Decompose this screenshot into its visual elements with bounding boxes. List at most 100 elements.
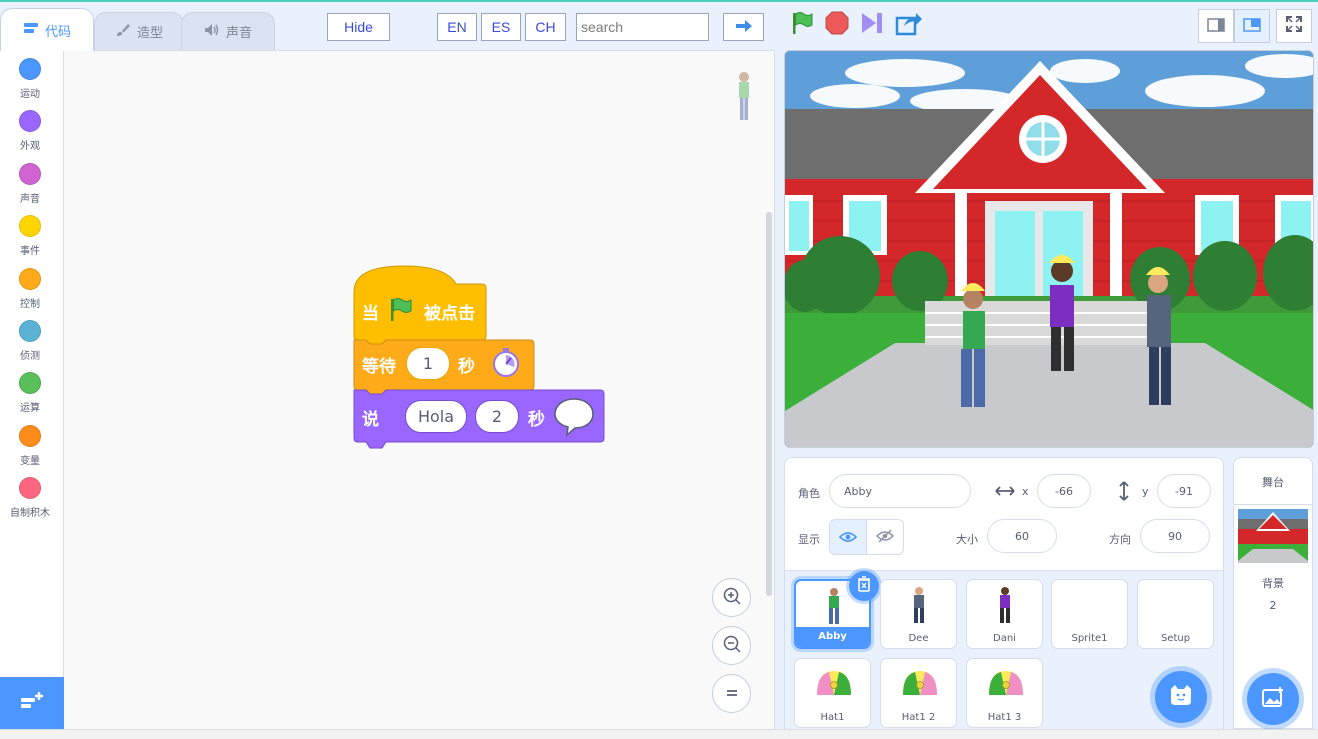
hat-thumb [817,671,851,695]
stage-canvas[interactable] [784,50,1314,448]
category-control[interactable]: 控制 [0,268,60,310]
sprite-name-field[interactable]: Abby [829,474,971,508]
size-field[interactable]: 60 [987,519,1057,553]
current-sprite-ghost [739,72,749,120]
normal-stage-button[interactable] [1234,9,1270,43]
code-icon [23,21,39,39]
search-go-button[interactable] [723,13,764,41]
stop-button[interactable] [822,10,852,40]
category-label: 自制积木 [10,508,50,519]
lang-en-button[interactable]: EN [437,13,477,41]
lang-es-button[interactable]: ES [481,13,521,41]
tab-code[interactable]: 代码 [0,8,94,51]
y-field[interactable]: -91 [1157,474,1211,508]
tab-code-label: 代码 [44,24,71,40]
small-stage-button[interactable] [1198,9,1234,43]
speaker-icon [204,23,220,41]
green-flag-button[interactable] [787,10,817,40]
category-label: 控制 [20,299,40,310]
share-button[interactable] [894,10,924,40]
pause-button[interactable] [857,10,887,40]
say-unit-label: 秒 [528,410,545,430]
tab-costumes[interactable]: 造型 [94,12,184,50]
category-looks[interactable]: 外观 [0,110,60,152]
direction-field[interactable]: 90 [1140,519,1210,553]
zoom-reset-button[interactable] [712,674,751,713]
fullscreen-button[interactable] [1276,9,1312,43]
category-dot [19,215,41,237]
cat-plus-icon [1168,683,1194,711]
divider [1234,504,1312,505]
delete-sprite-button[interactable] [849,571,879,601]
share-icon [895,10,923,40]
sprite-tile-hat1[interactable]: Hat1 [794,658,871,728]
size-label: 大小 [956,533,978,546]
hide-sprite-button[interactable] [867,519,904,555]
workspace-scrollbar[interactable] [766,212,772,596]
category-label: 变量 [20,456,40,467]
step-icon [859,10,885,40]
horizontal-scrollbar[interactable] [0,729,1318,739]
hat-when-label: 当 [362,304,379,324]
category-my-blocks[interactable]: 自制积木 [0,477,60,519]
wait-seconds-input[interactable]: 1 [406,347,450,380]
category-dot [19,58,41,80]
category-menu: 运动 外观 声音 事件 控制 侦测 运算 变量 自制积木 [0,50,64,677]
green-flag-icon [789,10,815,40]
add-sprite-button[interactable] [1155,671,1207,723]
say-message-input[interactable]: Hola [405,400,467,433]
category-events[interactable]: 事件 [0,215,60,257]
sprite-tile-dani[interactable]: Dani [966,579,1043,649]
wait-unit-label: 秒 [458,357,475,377]
eye-slash-icon [875,528,895,547]
category-dot [19,268,41,290]
sprite-tile-name: Hat1 [820,712,845,723]
tab-sounds[interactable]: 声音 [181,12,275,50]
x-field[interactable]: -66 [1037,474,1091,508]
image-plus-icon [1261,686,1285,712]
y-position-icon [1117,481,1131,505]
stage-scene [785,51,1313,447]
tab-sounds-label: 声音 [225,26,252,41]
say-seconds-input[interactable]: 2 [475,400,519,433]
zoom-in-button[interactable] [712,578,751,617]
category-operators[interactable]: 运算 [0,372,60,414]
show-sprite-button[interactable] [829,519,867,555]
lang-ch-button[interactable]: CH [525,13,566,41]
sprite-tile-dee[interactable]: Dee [880,579,957,649]
stage-selector-panel[interactable]: 舞台 背景 2 [1233,457,1313,729]
wait-label: 等待 [362,357,396,377]
sprite-tile-name: Dee [908,633,929,644]
category-label: 外观 [20,141,40,152]
stop-icon [824,10,850,40]
category-motion[interactable]: 运动 [0,58,60,100]
zoom-out-button[interactable] [712,626,751,665]
sprite-tile-hat1-2[interactable]: Hat1 2 [880,658,957,728]
stage-title: 舞台 [1262,476,1284,489]
sprite-tile-sprite1[interactable]: Sprite1 [1051,579,1128,649]
category-dot [19,425,41,447]
sprite-thumb-abby [829,588,839,624]
small-stage-icon [1207,17,1225,36]
hide-button[interactable]: Hide [327,13,390,41]
category-sound[interactable]: 声音 [0,163,60,205]
sprite-tile-setup[interactable]: Setup [1137,579,1214,649]
add-extension-button[interactable] [0,677,64,729]
x-label: x [1022,485,1029,498]
category-dot [19,110,41,132]
backdrop-thumbnail [1238,509,1308,563]
brush-icon [115,22,131,42]
category-label: 侦测 [20,351,40,362]
category-variables[interactable]: 变量 [0,425,60,467]
category-label: 事件 [20,246,40,257]
stopwatch-icon [493,348,519,377]
y-label: y [1142,485,1149,498]
sprite-tile-name: Sprite1 [1071,633,1108,644]
direction-label: 方向 [1109,533,1131,546]
speech-bubble-icon [554,398,594,437]
search-input[interactable] [576,13,709,41]
category-sensing[interactable]: 侦测 [0,320,60,362]
sprite-tile-name: Hat1 3 [987,712,1022,723]
add-backdrop-button[interactable] [1247,673,1299,725]
sprite-tile-hat1-3[interactable]: Hat1 3 [966,658,1043,728]
